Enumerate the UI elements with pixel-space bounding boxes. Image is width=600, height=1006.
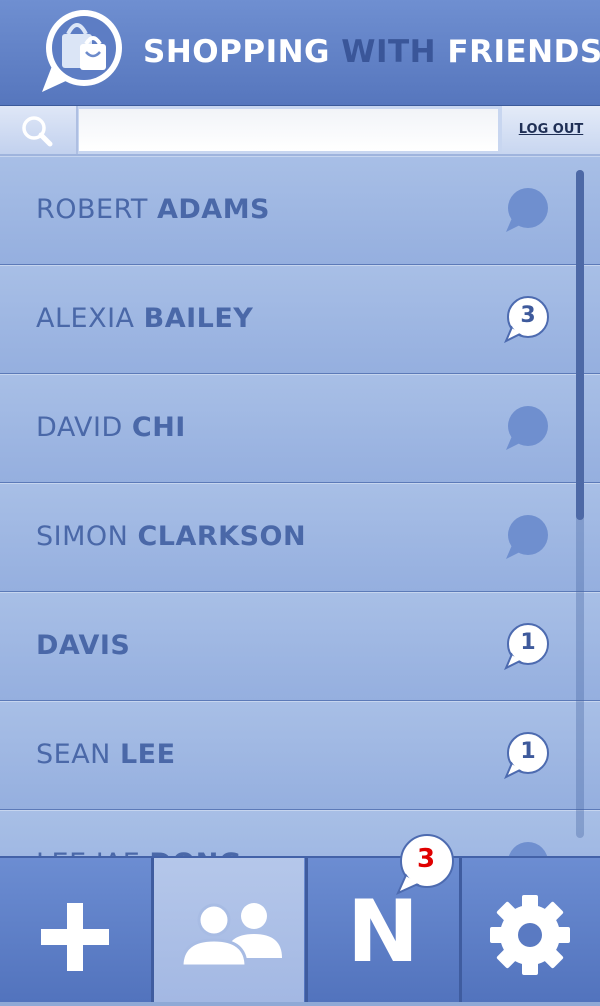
- friend-last-name: CHI: [131, 412, 186, 443]
- notifications-letter: N: [347, 882, 419, 982]
- message-count: 3: [520, 303, 536, 328]
- friend-name: ALEXIA BAILEY: [36, 265, 253, 373]
- friend-name: SIMON CLARKSON: [36, 483, 306, 591]
- add-button[interactable]: [0, 858, 150, 1002]
- settings-button[interactable]: [455, 858, 600, 1002]
- search-bar: LOG OUT: [0, 106, 600, 156]
- gear-icon: [490, 895, 570, 975]
- app-header: SHOPPING WITH FRIENDS: [0, 0, 600, 106]
- title-part-friends: FRIENDS: [447, 34, 600, 70]
- friend-first-name: SEAN: [36, 739, 111, 770]
- logout-button[interactable]: LOG OUT: [502, 106, 600, 154]
- friend-row[interactable]: LEE JAE DONG: [0, 810, 600, 856]
- message-count: 1: [520, 739, 536, 764]
- title-part-with: WITH: [341, 34, 437, 70]
- friend-row[interactable]: DAVIS 1: [0, 592, 600, 702]
- friend-first-name: ROBERT: [36, 194, 148, 225]
- shopping-bag-speech-bubble-icon: [42, 10, 122, 92]
- friend-last-name: LEE: [119, 739, 176, 770]
- app-title: SHOPPING WITH FRIENDS: [143, 34, 600, 70]
- friend-last-name: DAVIS: [36, 630, 131, 661]
- friend-name: SEAN LEE: [36, 701, 176, 809]
- title-part-shopping: SHOPPING: [143, 34, 330, 70]
- friend-row[interactable]: SEAN LEE 1: [0, 701, 600, 811]
- friend-first-name: ALEXIA: [36, 303, 135, 334]
- chat-bubble-icon[interactable]: [500, 404, 554, 452]
- friend-first-name: DAVID: [36, 412, 123, 443]
- message-count: 1: [520, 630, 536, 655]
- search-input[interactable]: [79, 109, 498, 151]
- scrollbar-thumb[interactable]: [576, 170, 584, 520]
- chat-bubble-icon[interactable]: [500, 513, 554, 561]
- friend-row[interactable]: SIMON CLARKSON: [0, 483, 600, 593]
- chat-bubble-icon[interactable]: [500, 186, 554, 234]
- search-icon: [22, 116, 53, 147]
- plus-icon: [41, 903, 109, 971]
- friends-list: ROBERT ADAMS ALEXIA BAILEY 3 DAVID CHI S…: [0, 156, 600, 856]
- friend-name: DAVIS: [36, 592, 130, 700]
- friend-last-name: BAILEY: [143, 303, 254, 334]
- notification-count: 3: [416, 844, 436, 874]
- friend-first-name: LEE JAE: [36, 848, 140, 856]
- friend-first-name: SIMON: [36, 521, 129, 552]
- people-icon: [180, 903, 282, 968]
- search-button[interactable]: [0, 106, 78, 154]
- friend-last-name: CLARKSON: [137, 521, 307, 552]
- friend-row[interactable]: ALEXIA BAILEY 3: [0, 265, 600, 375]
- friend-row[interactable]: ROBERT ADAMS: [0, 156, 600, 266]
- friend-last-name: ADAMS: [156, 194, 271, 225]
- scrollbar[interactable]: [576, 170, 584, 838]
- bottom-nav: N: [0, 856, 600, 1002]
- friend-name: LEE JAE DONG: [36, 810, 241, 856]
- friends-tab[interactable]: [154, 858, 304, 1002]
- chat-bubble-icon[interactable]: [500, 840, 554, 856]
- friend-last-name: DONG: [149, 848, 241, 856]
- friend-row[interactable]: DAVID CHI: [0, 374, 600, 484]
- friend-name: ROBERT ADAMS: [36, 156, 270, 264]
- friend-name: DAVID CHI: [36, 374, 186, 482]
